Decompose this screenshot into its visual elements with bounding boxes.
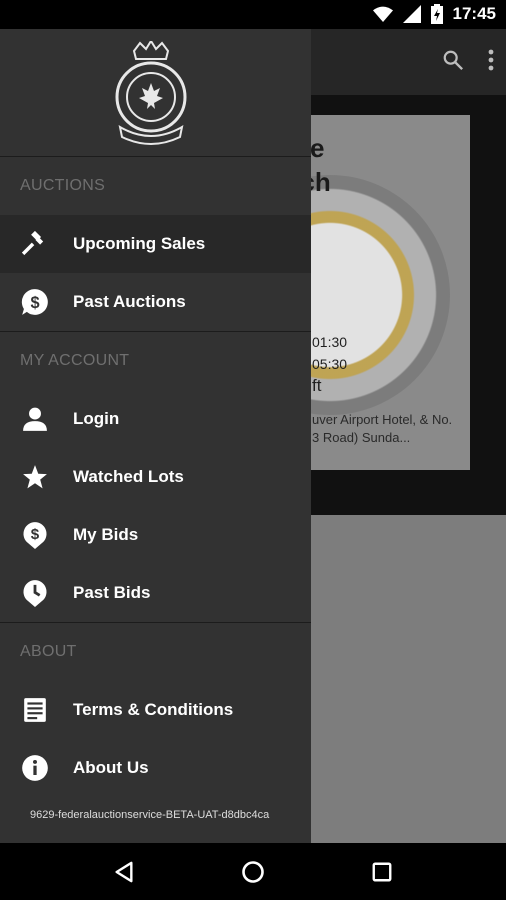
menu-item-label: Login: [73, 409, 120, 428]
recents-button[interactable]: [362, 852, 402, 892]
status-time: 17:45: [452, 4, 496, 23]
clock-pin-icon: [20, 578, 50, 608]
menu-item-about-us[interactable]: About Us: [0, 739, 311, 797]
menu-item-upcoming-sales[interactable]: Upcoming Sales: [0, 215, 311, 273]
svg-text:$: $: [30, 294, 39, 312]
signal-icon: [402, 5, 421, 23]
section-header-my-account: MY ACCOUNT: [20, 352, 130, 369]
recents-square-icon: [372, 862, 392, 881]
gavel-icon: [20, 229, 50, 259]
document-icon: [20, 695, 50, 725]
sale-times: 01:30 05:30 ft: [312, 331, 347, 397]
sale-time-start: 01:30: [312, 334, 348, 350]
menu-item-past-auctions[interactable]: $ Past Auctions: [0, 273, 311, 331]
svg-text:$: $: [31, 526, 40, 543]
sale-location: uver Airport Hotel, & No. 3 Road) Sunda.…: [312, 412, 453, 445]
person-icon: [20, 404, 50, 434]
federal-auction-logo: [115, 41, 187, 145]
navigation-drawer: AUCTIONS Upcoming Sales $ Past Auctions …: [0, 29, 311, 843]
home-circle-icon: [242, 860, 264, 883]
menu-item-label: Terms & Conditions: [73, 700, 234, 719]
menu-item-label: My Bids: [73, 525, 139, 544]
status-bar: 17:45: [0, 0, 506, 29]
menu-item-label: Upcoming Sales: [73, 234, 206, 253]
battery-icon: [430, 4, 443, 24]
menu-item-my-bids[interactable]: $ My Bids: [0, 506, 311, 564]
info-icon: [20, 753, 50, 783]
menu-item-label: Watched Lots: [73, 467, 184, 486]
build-version: 9629-federalauctionservice-BETA-UAT-d8db…: [30, 809, 270, 821]
back-button[interactable]: [104, 852, 144, 892]
menu-item-label: Past Bids: [73, 583, 151, 602]
back-triangle-icon: [115, 861, 133, 882]
wifi-icon: [372, 6, 393, 22]
menu-item-label: About Us: [73, 758, 149, 777]
menu-item-label: Past Auctions: [73, 292, 186, 311]
star-icon: [20, 462, 50, 492]
search-icon[interactable]: [442, 49, 464, 71]
menu-item-watched-lots[interactable]: Watched Lots: [0, 448, 311, 506]
section-header-about: ABOUT: [20, 643, 77, 660]
home-button[interactable]: [233, 852, 273, 892]
dollar-bubble-icon: $: [20, 287, 50, 317]
sale-time-end: 05:30: [312, 356, 348, 372]
menu-item-terms-conditions[interactable]: Terms & Conditions: [0, 681, 311, 739]
drawer-header: [0, 29, 311, 157]
dollar-pin-icon: $: [20, 520, 50, 550]
section-header-auctions: AUCTIONS: [20, 177, 106, 194]
sale-size: ft: [312, 376, 322, 395]
system-nav-bar: [0, 843, 506, 900]
menu-item-login[interactable]: Login: [0, 390, 311, 448]
overflow-menu-icon[interactable]: [488, 49, 494, 71]
menu-item-past-bids[interactable]: Past Bids: [0, 564, 311, 622]
